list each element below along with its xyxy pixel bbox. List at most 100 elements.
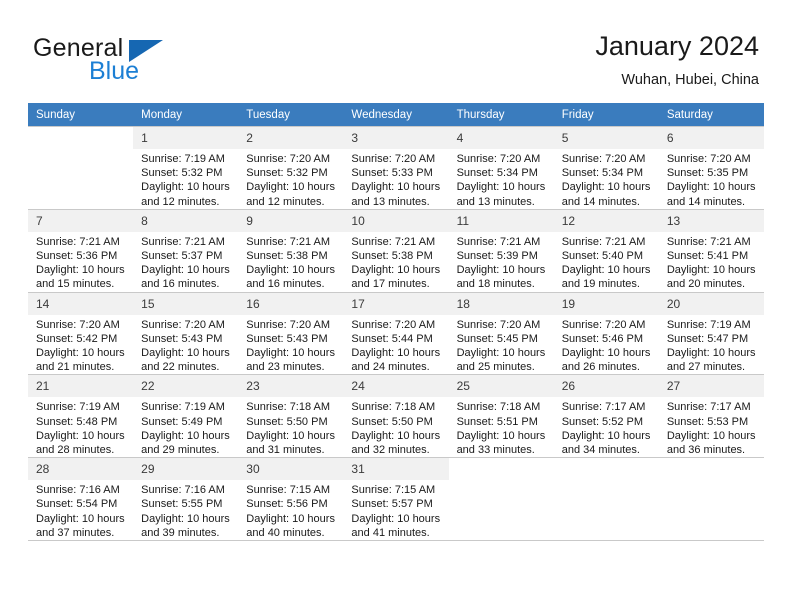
daylight-text-line2: and 22 minutes.: [141, 361, 220, 374]
weekday-header-monday: Monday: [133, 103, 239, 127]
calendar-day-cell[interactable]: 15 Sunrise: 7:20 AM Sunset: 5:43 PM Dayligh…: [133, 291, 239, 376]
daylight-text-line1: Daylight: 10 hours: [36, 429, 125, 442]
day-number: 27: [658, 375, 764, 398]
day-number: 12: [553, 209, 659, 232]
sunset-text: Sunset: 5:32 PM: [246, 167, 328, 180]
calendar-day-cell[interactable]: 7 Sunrise: 7:21 AM Sunset: 5:36 PM Daylight…: [28, 208, 134, 293]
day-info: Sunrise: 7:16 AM Sunset: 5:55 PM Daylight:…: [133, 480, 238, 540]
daylight-text-line1: Daylight: 10 hours: [456, 429, 546, 442]
sunset-text: Sunset: 5:40 PM: [561, 250, 644, 263]
calendar-day-cell[interactable]: 14 Sunrise: 7:20 AM Sunset: 5:42 PM Dayligh…: [28, 291, 134, 376]
general-blue-logo[interactable]: General Blue: [33, 34, 253, 85]
calendar-day-cell[interactable]: 18 Sunrise: 7:20 AM Sunset: 5:45 PM Dayligh…: [448, 291, 554, 376]
calendar-day-cell[interactable]: 13 Sunrise: 7:21 AM Sunset: 5:41 PM Dayligh…: [658, 208, 764, 293]
sunset-text: Sunset: 5:38 PM: [351, 250, 433, 263]
daylight-text-line1: Daylight: 10 hours: [246, 264, 335, 277]
sunrise-text: Sunrise: 7:21 AM: [456, 235, 541, 248]
calendar-day-cell[interactable]: 8 Sunrise: 7:21 AM Sunset: 5:37 PM Daylight…: [133, 208, 239, 293]
sunset-text: Sunset: 5:45 PM: [456, 332, 538, 345]
day-number: 3: [343, 127, 449, 149]
day-info: Sunrise: 7:18 AM Sunset: 5:51 PM Daylight:…: [449, 397, 554, 457]
calendar-day-cell[interactable]: 24 Sunrise: 7:18 AM Sunset: 5:50 PM Dayligh…: [343, 374, 449, 459]
calendar-day-cell[interactable]: 25 Sunrise: 7:18 AM Sunset: 5:51 PM Dayligh…: [448, 374, 554, 459]
day-number: 2: [238, 127, 344, 149]
day-info: Sunrise: 7:20 AM Sunset: 5:45 PM Daylight:…: [449, 315, 554, 375]
day-info: Sunrise: 7:16 AM Sunset: 5:54 PM Daylight:…: [28, 480, 133, 540]
day-info: Sunrise: 7:20 AM Sunset: 5:43 PM Daylight:…: [238, 315, 343, 375]
day-number: 29: [133, 458, 239, 481]
weekday-header-friday: Friday: [553, 103, 659, 127]
day-info: Sunrise: 7:21 AM Sunset: 5:36 PM Daylight:…: [28, 232, 133, 292]
sunset-text: Sunset: 5:43 PM: [246, 332, 328, 345]
calendar-grid: Sunday Monday Tuesday Wednesday Thursday…: [28, 103, 764, 542]
day-info: Sunrise: 7:19 AM Sunset: 5:48 PM Daylight:…: [28, 397, 133, 457]
day-info: Sunrise: 7:21 AM Sunset: 5:37 PM Daylight:…: [133, 232, 238, 292]
sunrise-text: Sunrise: 7:18 AM: [246, 401, 331, 414]
calendar-day-cell[interactable]: 19 Sunrise: 7:20 AM Sunset: 5:46 PM Dayligh…: [553, 291, 659, 376]
calendar-day-cell[interactable]: 6 Sunrise: 7:20 AM Sunset: 5:35 PM Daylight…: [658, 126, 764, 210]
daylight-text-line1: Daylight: 10 hours: [666, 347, 756, 360]
calendar-day-cell[interactable]: 17 Sunrise: 7:20 AM Sunset: 5:44 PM Dayligh…: [343, 291, 449, 376]
calendar-day-cell[interactable]: 12 Sunrise: 7:21 AM Sunset: 5:40 PM Dayligh…: [553, 208, 659, 293]
calendar-day-cell[interactable]: 1 Sunrise: 7:19 AM Sunset: 5:32 PM Daylight…: [133, 126, 239, 210]
sunrise-text: Sunrise: 7:16 AM: [36, 484, 120, 497]
sunset-text: Sunset: 5:57 PM: [351, 498, 433, 511]
calendar-week-row: 28 Sunrise: 7:16 AM Sunset: 5:54 PM Dayligh…: [28, 457, 764, 542]
sunrise-text: Sunrise: 7:17 AM: [666, 401, 751, 414]
daylight-text-line2: and 23 minutes.: [246, 361, 325, 374]
calendar-day-cell[interactable]: 20 Sunrise: 7:19 AM Sunset: 5:47 PM Dayligh…: [658, 291, 764, 376]
sunset-text: Sunset: 5:36 PM: [36, 250, 118, 263]
daylight-text-line1: Daylight: 10 hours: [351, 512, 441, 525]
day-number: 5: [553, 127, 659, 149]
daylight-text-line1: Daylight: 10 hours: [456, 347, 546, 360]
day-number: 31: [343, 458, 449, 481]
daylight-text-line2: and 25 minutes.: [456, 361, 535, 374]
sunrise-text: Sunrise: 7:20 AM: [141, 318, 225, 331]
calendar-day-cell[interactable]: 27 Sunrise: 7:17 AM Sunset: 5:53 PM Dayligh…: [658, 374, 764, 459]
daylight-text-line2: and 39 minutes.: [141, 526, 220, 539]
calendar-day-cell[interactable]: 10 Sunrise: 7:21 AM Sunset: 5:38 PM Dayligh…: [343, 208, 449, 293]
weekday-header-sunday: Sunday: [28, 103, 134, 127]
calendar-day-cell[interactable]: 4 Sunrise: 7:20 AM Sunset: 5:34 PM Daylight…: [448, 126, 554, 210]
sunrise-text: Sunrise: 7:16 AM: [141, 484, 225, 497]
day-number: 23: [238, 375, 344, 398]
daylight-text-line1: Daylight: 10 hours: [561, 264, 651, 277]
calendar-cell-empty: [448, 457, 554, 542]
calendar-day-cell[interactable]: 11 Sunrise: 7:21 AM Sunset: 5:39 PM Dayligh…: [448, 208, 554, 293]
calendar-day-cell[interactable]: 23 Sunrise: 7:18 AM Sunset: 5:50 PM Dayligh…: [238, 374, 344, 459]
page-title: January 2024: [595, 31, 759, 61]
sunrise-text: Sunrise: 7:21 AM: [561, 235, 646, 248]
day-number: 16: [238, 292, 344, 315]
sunrise-text: Sunrise: 7:20 AM: [456, 153, 541, 165]
sunrise-text: Sunrise: 7:21 AM: [141, 235, 225, 248]
sunset-text: Sunset: 5:49 PM: [141, 415, 223, 428]
day-number: 22: [133, 375, 239, 398]
sunrise-text: Sunrise: 7:21 AM: [351, 235, 436, 248]
sunset-text: Sunset: 5:33 PM: [351, 167, 433, 180]
daylight-text-line2: and 16 minutes.: [141, 278, 220, 291]
calendar-day-cell[interactable]: 31 Sunrise: 7:15 AM Sunset: 5:57 PM Dayligh…: [343, 457, 449, 542]
calendar-day-cell[interactable]: 29 Sunrise: 7:16 AM Sunset: 5:55 PM Dayligh…: [133, 457, 239, 542]
calendar-cell-empty: [553, 457, 659, 542]
day-info: Sunrise: 7:20 AM Sunset: 5:42 PM Daylight:…: [28, 315, 133, 375]
calendar-day-cell[interactable]: 2 Sunrise: 7:20 AM Sunset: 5:32 PM Daylight…: [238, 126, 344, 210]
calendar-day-cell[interactable]: 3 Sunrise: 7:20 AM Sunset: 5:33 PM Daylight…: [343, 126, 449, 210]
calendar-day-cell[interactable]: 5 Sunrise: 7:20 AM Sunset: 5:34 PM Daylight…: [553, 126, 659, 210]
daylight-text-line2: and 21 minutes.: [36, 361, 115, 374]
title-block: January 2024 Wuhan, Hubei, China: [595, 30, 759, 90]
calendar-day-cell[interactable]: 22 Sunrise: 7:19 AM Sunset: 5:49 PM Dayligh…: [133, 374, 239, 459]
sunrise-text: Sunrise: 7:20 AM: [666, 153, 751, 165]
calendar-day-cell[interactable]: 21 Sunrise: 7:19 AM Sunset: 5:48 PM Dayligh…: [28, 374, 134, 459]
day-number: 24: [343, 375, 449, 398]
calendar-day-cell[interactable]: 9 Sunrise: 7:21 AM Sunset: 5:38 PM Daylight…: [238, 208, 344, 293]
day-info: Sunrise: 7:19 AM Sunset: 5:49 PM Daylight:…: [133, 397, 238, 457]
day-info: Sunrise: 7:21 AM Sunset: 5:40 PM Daylight:…: [554, 232, 659, 292]
calendar-day-cell[interactable]: 26 Sunrise: 7:17 AM Sunset: 5:52 PM Dayligh…: [553, 374, 659, 459]
daylight-text-line1: Daylight: 10 hours: [246, 429, 335, 442]
calendar-day-cell[interactable]: 16 Sunrise: 7:20 AM Sunset: 5:43 PM Dayligh…: [238, 291, 344, 376]
sunrise-text: Sunrise: 7:20 AM: [456, 318, 541, 331]
calendar-day-cell[interactable]: 28 Sunrise: 7:16 AM Sunset: 5:54 PM Dayligh…: [28, 457, 134, 542]
calendar-day-cell[interactable]: 30 Sunrise: 7:15 AM Sunset: 5:56 PM Dayligh…: [238, 457, 344, 542]
day-number: 26: [553, 375, 659, 398]
sunrise-text: Sunrise: 7:21 AM: [36, 235, 120, 248]
